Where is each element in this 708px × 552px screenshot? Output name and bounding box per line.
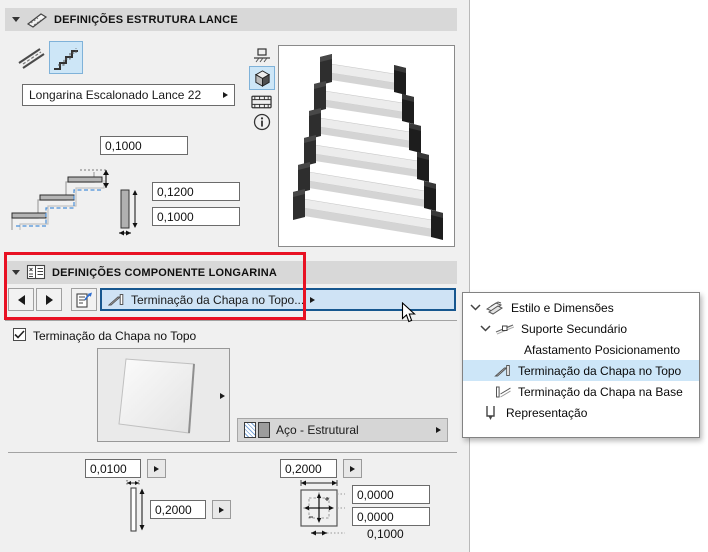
plate-3d-render [118,358,195,434]
flyout-arrow-icon [154,465,159,472]
menu-item-plate-base[interactable]: Terminação da Chapa na Base [463,381,699,402]
preview-plan-button[interactable] [251,46,273,65]
transfer-settings-icon [76,292,92,308]
flyout-arrow-icon [310,296,316,303]
style-dimensions-icon [485,301,503,315]
plan-symbol-icon [254,47,270,62]
plate-preview-box[interactable] [97,348,230,442]
offset-x-input[interactable] [352,485,430,504]
structure-type-value: Longarina Escalonado Lance 22 [29,88,202,102]
section-divider [8,452,457,453]
plate-width-flyout-button[interactable] [343,459,362,478]
stringer-hatch-icon [26,12,48,28]
profile-height-input[interactable] [152,182,240,201]
structure-type-dropdown[interactable]: Longarina Escalonado Lance 22 [22,84,235,106]
stair-settings-dialog: DEFINIÇÕES ESTRUTURA LANCE Longarina Esc… [0,0,708,552]
representation-icon [486,405,495,420]
material-value: Aço - Estrutural [276,423,359,437]
info-icon [253,113,271,131]
plate-width-input[interactable] [280,459,337,478]
chevron-down-icon [470,304,481,311]
component-settings-icon [26,264,46,280]
profile-width-input[interactable] [152,207,240,226]
flight-structure-header[interactable]: DEFINIÇÕES ESTRUTURA LANCE [5,8,457,31]
page-selector-popup: Estilo e Dimensões Suporte Secundário Af… [462,292,700,438]
plate-thickness-flyout-button[interactable] [147,459,166,478]
plate-top-checkbox[interactable] [13,328,26,341]
menu-item-plate-top[interactable]: Terminação da Chapa no Topo [463,360,699,381]
plate-height-input[interactable] [150,500,206,519]
left-arrow-icon [17,294,25,305]
menu-item-label: Terminação da Chapa na Base [518,384,683,399]
offset-reference-value: 0,1000 [367,527,404,541]
material-swatch-icon [244,422,270,438]
stringer-component-header[interactable]: DEFINIÇÕES COMPONENTE LONGARINA [5,261,457,284]
plate-position-glyph [300,480,345,536]
plate-section-glyph [126,480,145,532]
preview-3d-button[interactable] [249,66,275,90]
previous-component-button[interactable] [8,288,34,311]
stepped-stringer-toggle[interactable] [49,41,83,74]
flyout-arrow-icon [350,465,355,472]
right-arrow-icon [45,294,53,305]
stepped-stringer-icon [54,47,78,70]
offset-y-input[interactable] [352,507,430,526]
offset-input[interactable] [100,136,188,155]
plate-top-checkbox-label: Terminação da Chapa no Topo [33,329,197,343]
flat-stringer-icon [17,47,45,69]
transfer-settings-button[interactable] [71,288,97,311]
collapse-caret-icon[interactable] [12,270,20,275]
menu-item-label: Suporte Secundário [521,321,628,336]
menu-item-representacao[interactable]: Representação [463,402,699,423]
check-icon [14,330,25,339]
secondary-support-icon [495,324,514,335]
menu-item-afastamento-posicionamento[interactable]: Afastamento Posicionamento [463,339,699,360]
stair-offset-diagram [11,169,109,230]
flyout-arrow-icon [436,427,441,433]
section-film-icon [251,95,272,108]
menu-item-label: Terminação da Chapa no Topo [518,363,682,378]
collapse-caret-icon[interactable] [12,17,20,22]
material-dropdown[interactable]: Aço - Estrutural [237,418,448,442]
menu-item-label: Estilo e Dimensões [511,300,614,315]
component-page-value: Terminação da Chapa no Topo... [131,292,305,307]
section-title: DEFINIÇÕES COMPONENTE LONGARINA [52,266,277,279]
menu-item-secondary-support[interactable]: Suporte Secundário [463,318,699,339]
plate-base-icon [496,386,511,397]
flyout-arrow-icon [219,506,224,513]
plate-thickness-input[interactable] [85,459,141,478]
flyout-arrow-icon [223,92,228,98]
next-component-button[interactable] [36,288,62,311]
preview-info-button[interactable] [252,112,272,132]
plate-top-icon [494,364,510,376]
cube-3d-icon [254,69,270,87]
flat-stringer-toggle[interactable] [15,42,48,73]
plate-height-flyout-button[interactable] [212,500,231,519]
preview-section-button[interactable] [250,92,273,111]
menu-item-label: Afastamento Posicionamento [524,342,681,357]
stair-3d-render [293,54,443,240]
flyout-arrow-icon[interactable] [220,393,225,399]
menu-item-style-dimensions[interactable]: Estilo e Dimensões [463,297,699,318]
preview-3d-viewport[interactable] [278,45,455,247]
stringer-profile-glyph [119,189,138,236]
section-title: DEFINIÇÕES ESTRUTURA LANCE [54,13,238,26]
section-divider [5,320,457,321]
menu-item-label: Representação [506,405,588,420]
chevron-down-icon [480,325,491,332]
mouse-cursor [401,302,416,323]
plate-top-icon [108,293,124,305]
